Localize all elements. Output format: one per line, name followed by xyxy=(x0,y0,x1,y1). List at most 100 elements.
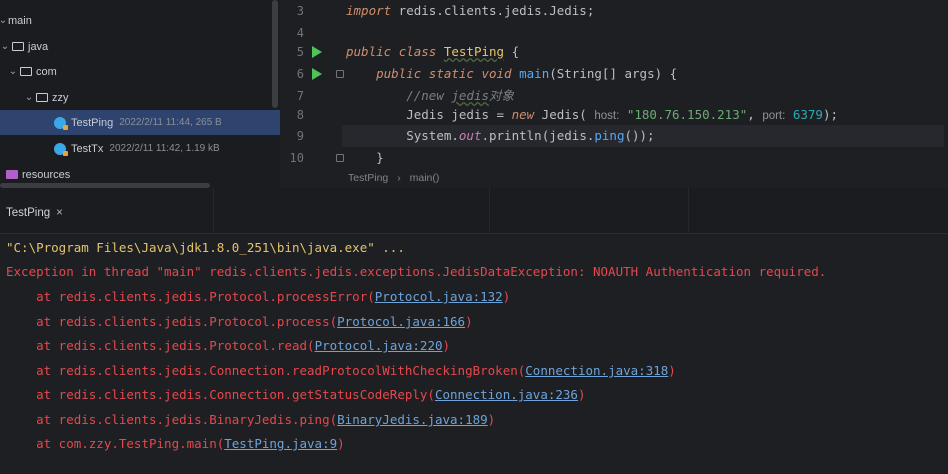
comment: 对象 xyxy=(489,88,515,103)
code-text: Jedis( xyxy=(534,107,595,122)
folder-icon xyxy=(36,93,48,102)
comment: jedis xyxy=(451,88,490,103)
tree-item-testping[interactable]: TestPing 2022/2/11 11:44, 265 B xyxy=(0,110,280,135)
stack-frame-text: at com.zzy.TestPing.main( xyxy=(6,436,225,451)
stack-frame-link[interactable]: Protocol.java:132 xyxy=(375,289,503,304)
code-text: ()); xyxy=(624,128,655,143)
tree-item-label: TestTx xyxy=(71,142,104,155)
keyword: import xyxy=(346,3,392,18)
folder-icon xyxy=(20,67,32,76)
run-tab-label: TestPing xyxy=(6,207,51,219)
stack-frame-text: at redis.clients.jedis.BinaryJedis.ping( xyxy=(6,412,338,427)
code-text: (String[] args) { xyxy=(549,66,678,81)
code-editor[interactable]: 3 4 5 6 7 8 9 10 import redis.clients.je… xyxy=(280,0,948,188)
resources-folder-icon xyxy=(6,170,18,179)
code-text: ); xyxy=(822,107,839,122)
stack-frame-text: at redis.clients.jedis.Protocol.processE… xyxy=(6,289,375,304)
tree-item-label: java xyxy=(28,40,49,53)
string-literal: "180.76.150.213" xyxy=(619,107,748,122)
stack-frame-link[interactable]: Protocol.java:166 xyxy=(337,314,465,329)
breadcrumb-item-method[interactable]: main() xyxy=(410,172,440,184)
java-class-icon xyxy=(54,116,68,130)
breadcrumb-separator: › xyxy=(397,172,401,184)
stack-frame-link[interactable]: TestPing.java:9 xyxy=(224,436,337,451)
tree-item-label: zzy xyxy=(52,91,69,104)
run-tab-testping[interactable]: TestPing × xyxy=(0,202,69,224)
stack-frame-link[interactable]: Connection.java:318 xyxy=(525,363,668,378)
stack-frame-link[interactable]: BinaryJedis.java:189 xyxy=(337,412,488,427)
stack-frame: at redis.clients.jedis.Protocol.read(Pro… xyxy=(6,334,450,358)
code-line-8: Jedis jedis = new Jedis( host: "180.76.1… xyxy=(346,104,838,126)
close-icon[interactable]: × xyxy=(56,207,63,219)
project-tree: ⌄ main ⌄ java ⌄ com ⌄ zzy TestPing 2022/… xyxy=(0,0,280,188)
stack-frame-text: ) xyxy=(465,314,473,329)
file-meta: 2022/2/11 11:44, 265 B xyxy=(119,117,222,128)
stack-frame-text: ) xyxy=(577,387,586,402)
stack-frame-text: ) xyxy=(668,363,676,378)
console-command-line: "C:\Program Files\Java\jdk1.8.0_251\bin\… xyxy=(6,240,405,255)
keyword: static xyxy=(428,66,474,81)
keyword: class xyxy=(398,44,437,59)
chevron-down-icon[interactable]: ⌄ xyxy=(8,66,18,77)
keyword: public xyxy=(346,44,392,59)
tree-item-main[interactable]: ⌄ main xyxy=(0,8,280,33)
tree-item-label: main xyxy=(8,14,32,27)
stack-frame: at redis.clients.jedis.Protocol.process(… xyxy=(6,310,473,334)
stack-frame-text: at redis.clients.jedis.Connection.readPr… xyxy=(6,363,526,378)
console-exception-line: Exception in thread "main" redis.clients… xyxy=(6,264,827,279)
stack-frame: at redis.clients.jedis.BinaryJedis.ping(… xyxy=(6,408,495,432)
tree-item-com[interactable]: ⌄ com xyxy=(0,59,280,84)
line-number: 3 xyxy=(296,4,304,18)
static-field: out xyxy=(458,128,482,143)
fold-icon[interactable] xyxy=(336,154,344,162)
stack-frame-text: at redis.clients.jedis.Connection.getSta… xyxy=(6,387,435,402)
stack-frame-text: ) xyxy=(502,289,511,304)
chevron-down-icon[interactable]: ⌄ xyxy=(24,92,34,103)
run-main-icon[interactable] xyxy=(312,68,322,80)
code-text: redis.clients.jedis.Jedis; xyxy=(391,3,595,18)
code-text: Jedis jedis = xyxy=(406,107,512,122)
tree-item-java[interactable]: ⌄ java xyxy=(0,34,280,59)
tree-item-zzy[interactable]: ⌄ zzy xyxy=(0,85,280,110)
code-line-10: } xyxy=(346,147,384,169)
line-number: 6 xyxy=(296,67,304,81)
method-name: ping xyxy=(594,128,625,143)
stack-frame-text: ) xyxy=(487,412,496,427)
folder-icon xyxy=(12,42,24,51)
stack-frame-link[interactable]: Protocol.java:220 xyxy=(315,338,443,353)
header-divider xyxy=(489,188,490,234)
header-divider xyxy=(213,188,214,234)
comment: //new xyxy=(406,88,452,103)
stack-frame-text: at redis.clients.jedis.Protocol.read( xyxy=(6,338,315,353)
code-text: , xyxy=(747,107,763,122)
line-number: 9 xyxy=(296,129,304,143)
tree-vertical-scrollbar[interactable] xyxy=(272,0,278,108)
chevron-down-icon[interactable]: ⌄ xyxy=(0,15,8,26)
stack-frame: at redis.clients.jedis.Connection.readPr… xyxy=(6,359,676,383)
method-name: main xyxy=(519,66,550,81)
tree-item-testtx[interactable]: TestTx 2022/2/11 11:42, 1.19 kB xyxy=(0,136,280,161)
stack-frame-text: at redis.clients.jedis.Protocol.process( xyxy=(6,314,338,329)
line-number: 5 xyxy=(296,45,304,59)
java-class-icon xyxy=(54,142,68,156)
param-hint-host: host: xyxy=(594,110,620,122)
code-text: } xyxy=(376,150,384,165)
run-console[interactable]: "C:\Program Files\Java\jdk1.8.0_251\bin\… xyxy=(0,234,948,474)
fold-icon[interactable] xyxy=(336,70,344,78)
param-hint-port: port: xyxy=(762,110,786,122)
run-class-icon[interactable] xyxy=(312,46,322,58)
tree-item-label: com xyxy=(36,65,57,78)
code-line-5: public class TestPing { xyxy=(346,41,519,63)
stack-frame: at com.zzy.TestPing.main(TestPing.java:9… xyxy=(6,432,345,456)
stack-frame-link[interactable]: Connection.java:236 xyxy=(435,387,578,402)
line-number: 8 xyxy=(296,108,304,122)
code-text: .println(jedis. xyxy=(481,128,595,143)
breadcrumb-item-class[interactable]: TestPing xyxy=(348,172,388,184)
code-line-6: public static void main(String[] args) { xyxy=(346,63,677,85)
file-meta: 2022/2/11 11:42, 1.19 kB xyxy=(109,143,220,154)
chevron-down-icon[interactable]: ⌄ xyxy=(0,41,10,52)
stack-frame: at redis.clients.jedis.Connection.getSta… xyxy=(6,383,586,407)
number-literal: 6379 xyxy=(785,107,823,122)
keyword: new xyxy=(511,107,535,122)
code-text: { xyxy=(504,44,520,59)
